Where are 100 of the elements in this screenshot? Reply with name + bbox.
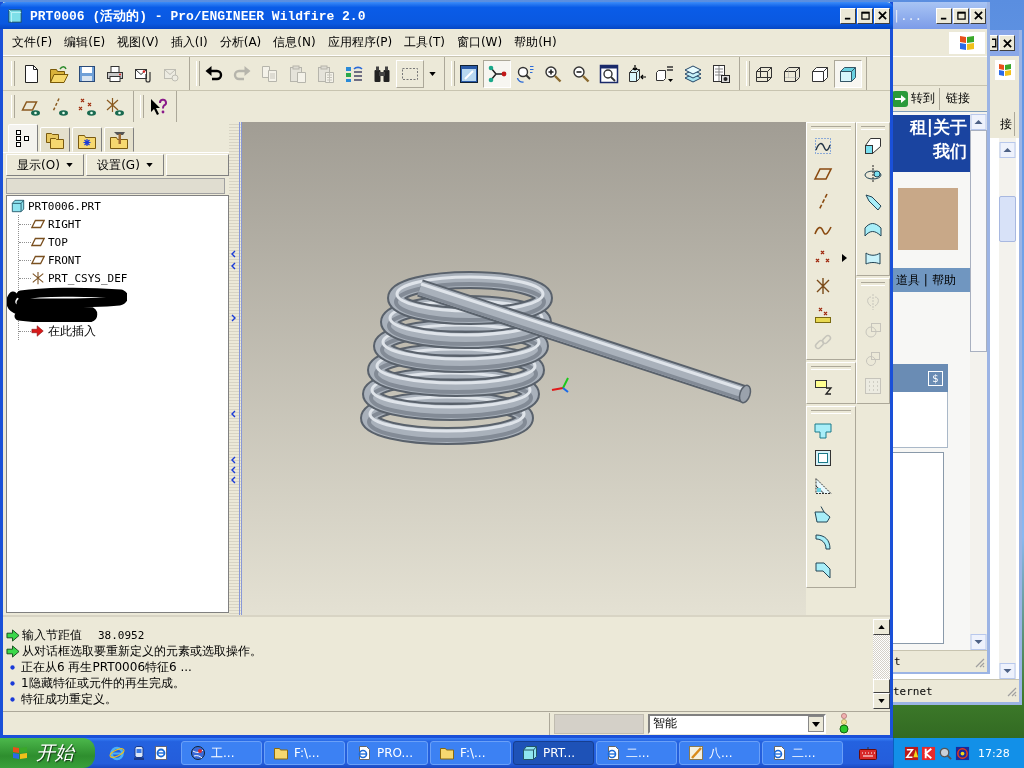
close-icon: [973, 11, 983, 20]
tree-item[interactable]: RIGHT: [48, 217, 82, 231]
menu-button[interactable]: 设置(G): [86, 154, 164, 176]
menu-item[interactable]: 视图(V): [111, 33, 165, 51]
scroll-up-icon: [999, 142, 1016, 158]
flyout-arrow-icon[interactable]: [842, 254, 847, 262]
tree-item[interactable]: PRT0006.PRT: [28, 199, 101, 213]
scroll-thumb[interactable]: [970, 130, 987, 352]
scrollbar[interactable]: [999, 138, 1016, 679]
clock: 17:28: [978, 746, 1010, 760]
menu-button[interactable]: 显示(O): [6, 154, 84, 176]
menu-item[interactable]: 工具(T): [398, 33, 451, 51]
table-camera-icon: [711, 63, 731, 84]
caret-down-icon: [145, 163, 153, 167]
filter-dropdown[interactable]: 智能: [648, 713, 826, 734]
close-button[interactable]: [874, 7, 890, 24]
panel-tab[interactable]: [8, 124, 38, 152]
message-text: 1隐藏特征或元件的再生完成。: [21, 674, 185, 692]
links-button[interactable]: 链接: [943, 87, 973, 110]
menu-item[interactable]: 帮助(H): [508, 33, 563, 51]
magnifier-icon[interactable]: [938, 745, 953, 761]
close-icon: [1002, 38, 1012, 48]
menu-item[interactable]: 分析(A): [213, 33, 268, 51]
close-button[interactable]: [999, 35, 1015, 51]
message-text: 正在从6 再生PRT0006特征6 ...: [21, 658, 192, 676]
browser-icon[interactable]: [109, 745, 125, 761]
taskbar-button[interactable]: 二...: [596, 741, 677, 765]
cube-arrow-icon: [627, 63, 647, 84]
web-page-icon[interactable]: [153, 745, 169, 761]
resize-grip-icon[interactable]: [1005, 685, 1017, 697]
menu-item[interactable]: 插入(I): [164, 33, 214, 51]
taskbar-button[interactable]: PRT...: [513, 741, 594, 765]
banner-link[interactable]: 租|关于: [909, 115, 967, 139]
taskbar-button[interactable]: 八...: [679, 741, 760, 765]
menu-item[interactable]: 应用程序(P): [321, 33, 399, 51]
maximize-button[interactable]: [857, 7, 873, 24]
tree-item[interactable]: 在此插入: [48, 322, 96, 340]
right-arrow-icon: [6, 644, 20, 658]
taskbar-button[interactable]: PRO...: [347, 741, 428, 765]
csys-eye-icon: [105, 96, 125, 117]
keyboard-icon[interactable]: [859, 746, 877, 760]
taskbar-button[interactable]: F:\...: [430, 741, 511, 765]
sweep-icon: [863, 192, 883, 212]
cube-icon: [8, 8, 22, 23]
message-text: 从对话框选取要重新定义的元素或选取操作。: [22, 642, 262, 660]
panel-tab[interactable]: [40, 127, 70, 152]
tree-item[interactable]: FRONT: [48, 253, 82, 267]
menu-item[interactable]: 文件(F): [6, 33, 59, 51]
target-icon[interactable]: [955, 745, 970, 761]
caret-down-icon: [65, 163, 73, 167]
tree-item[interactable]: TOP: [48, 235, 68, 249]
scrollbar[interactable]: [873, 617, 890, 711]
menu-item[interactable]: 编辑(E): [58, 33, 112, 51]
shading-button[interactable]: [834, 59, 862, 88]
blend-icon: [863, 220, 883, 240]
menu-item[interactable]: 信息(N): [267, 33, 322, 51]
taskbar-button[interactable]: F:\...: [264, 741, 345, 765]
draft-icon: [813, 504, 833, 524]
windows-flag-icon: [995, 60, 1015, 80]
scroll-down-button[interactable]: [873, 693, 890, 709]
pen-note-icon: [688, 745, 704, 761]
tree-item[interactable]: PRT_CSYS_DEF: [48, 271, 128, 285]
close-button[interactable]: [970, 7, 986, 24]
cube-icon: [522, 745, 538, 761]
taskbar-button[interactable]: 工...: [181, 741, 262, 765]
taskbar-button[interactable]: 二...: [762, 741, 843, 765]
chevron-right-icon[interactable]: [231, 314, 236, 322]
scroll-up-button[interactable]: [873, 619, 890, 635]
minimize-button[interactable]: [936, 7, 952, 24]
desktop-icon[interactable]: [131, 745, 147, 761]
status-text: ternet: [893, 684, 933, 698]
links-button[interactable]: 接: [998, 112, 1015, 136]
windows-flag-icon: [949, 31, 985, 54]
nav-links[interactable]: 道具 | 帮助: [892, 268, 970, 292]
scroll-thumb[interactable]: [999, 196, 1016, 242]
plane-icon: [31, 253, 45, 267]
maximize-button[interactable]: [953, 7, 969, 24]
minimize-button[interactable]: [840, 7, 856, 24]
folder-icon: [273, 745, 289, 761]
banner-link[interactable]: 我们: [933, 139, 967, 163]
right-arrow-icon: [31, 324, 45, 338]
scroll-down-icon: [999, 663, 1016, 679]
start-button[interactable]: 开始: [0, 738, 95, 768]
points-eye-icon: [77, 96, 97, 117]
chevron-left-icon[interactable]: [231, 410, 236, 418]
round-icon: [813, 532, 833, 552]
help-cursor-icon: [148, 96, 168, 117]
selection-button[interactable]: [396, 59, 424, 88]
z-logo-icon[interactable]: [904, 745, 919, 761]
scrollbar[interactable]: [970, 112, 987, 650]
k-logo-icon[interactable]: [921, 745, 936, 761]
open-folder-icon: [49, 63, 69, 84]
panel-tab[interactable]: [72, 127, 102, 152]
down-triangle-icon: [878, 699, 885, 703]
menu-item[interactable]: 窗口(W): [450, 33, 509, 51]
right-arrow-icon: [6, 628, 20, 642]
zoom-out-icon: [571, 63, 591, 84]
spin-center-button[interactable]: [483, 59, 511, 88]
window-title: |...: [892, 8, 922, 23]
panel-tab[interactable]: [104, 127, 134, 152]
